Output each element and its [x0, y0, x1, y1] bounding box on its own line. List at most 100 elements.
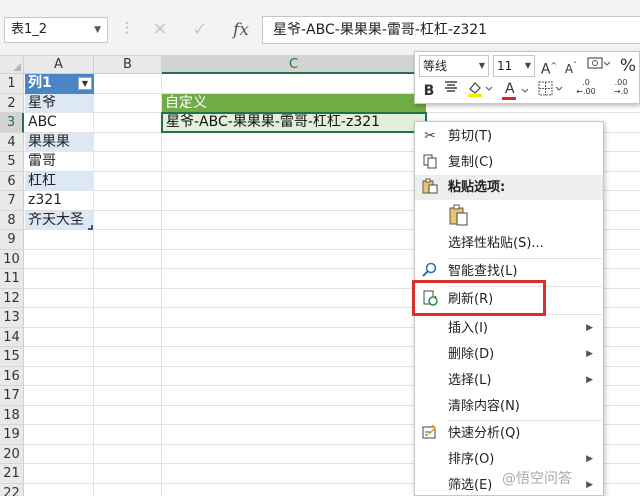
- menu-item-clear-contents[interactable]: 清除内容(N): [415, 394, 603, 419]
- chevron-down-icon[interactable]: ▼: [479, 56, 485, 76]
- menu-item-label: 删除(D): [448, 347, 495, 362]
- row-header[interactable]: 17: [0, 386, 24, 406]
- highlight-box: [412, 280, 546, 316]
- fill-color-icon: [468, 82, 493, 97]
- row-header[interactable]: 9: [0, 230, 24, 250]
- decrease-decimal-button[interactable]: .00 →.0: [605, 78, 637, 100]
- table-cell[interactable]: z321: [25, 191, 94, 211]
- fill-color-button[interactable]: [463, 80, 497, 102]
- table-resize-handle[interactable]: [88, 225, 93, 230]
- grow-font-button[interactable]: A^: [539, 55, 559, 78]
- decrease-decimal-icon: .00 →.0: [613, 78, 629, 96]
- chevron-down-icon[interactable]: ▼: [525, 56, 531, 76]
- grow-font-label: A: [540, 61, 551, 78]
- row-header[interactable]: 5: [0, 152, 24, 172]
- menu-item-delete[interactable]: 删除(D) ▶: [415, 342, 603, 367]
- bold-button[interactable]: B: [419, 80, 439, 102]
- row-header[interactable]: 7: [0, 191, 24, 211]
- table-header-label: 列1: [28, 75, 52, 91]
- table-cell[interactable]: ABC: [25, 113, 94, 133]
- menu-item-label: 选择(L): [448, 373, 492, 388]
- center-align-button[interactable]: [441, 80, 461, 102]
- row-header[interactable]: 19: [0, 425, 24, 445]
- row-header[interactable]: 10: [0, 249, 24, 269]
- menu-item-label: 排序(O): [448, 452, 495, 467]
- menu-item-label: 复制(C): [448, 155, 494, 170]
- row-header[interactable]: 2: [0, 93, 24, 113]
- submenu-arrow-icon: ▶: [586, 375, 593, 385]
- clipboard-icon: [449, 204, 468, 226]
- font-color-button[interactable]: A: [499, 80, 533, 102]
- chevron-down-icon[interactable]: ▼: [94, 18, 101, 42]
- table-cell[interactable]: 星爷: [25, 93, 94, 113]
- row-header[interactable]: 3: [0, 113, 24, 133]
- submenu-arrow-icon: ▶: [586, 480, 593, 490]
- shrink-font-button[interactable]: Aˇ: [561, 55, 581, 77]
- menu-item-cut[interactable]: ✂ 剪切(T): [415, 124, 603, 149]
- increase-decimal-icon: .0 ←.00: [576, 78, 596, 96]
- row-header[interactable]: 13: [0, 308, 24, 328]
- chevron-down-icon: [521, 88, 529, 93]
- paste-option-button[interactable]: [449, 204, 471, 228]
- filter-dropdown-icon[interactable]: ▼: [78, 77, 92, 90]
- scissors-icon: ✂: [424, 128, 436, 144]
- font-size-value: 11: [497, 59, 513, 73]
- result-header-cell[interactable]: 自定义: [162, 93, 426, 113]
- result-value-cell[interactable]: 星爷-ABC-果果果-雷哥-杠杠-z321: [161, 112, 427, 133]
- menu-item-copy[interactable]: 复制(C): [415, 150, 603, 175]
- increase-decimal-button[interactable]: .0 ←.00: [571, 78, 601, 100]
- select-all-corner[interactable]: [0, 56, 24, 74]
- menu-item-select[interactable]: 选择(L) ▶: [415, 368, 603, 393]
- insert-function-icon[interactable]: fx: [226, 16, 256, 44]
- table-header-cell[interactable]: 列1 ▼: [25, 74, 94, 94]
- formula-bar-grip-icon: ⋮: [120, 20, 134, 36]
- formula-bar: 表1_2 ▼ ⋮ ✕ ✓ fx 星爷-ABC-果果果-雷哥-杠杠-z321: [0, 0, 640, 56]
- font-size-select[interactable]: 11 ▼: [493, 55, 535, 77]
- row-header[interactable]: 20: [0, 444, 24, 464]
- menu-item-label: 清除内容(N): [448, 399, 520, 414]
- percent-button[interactable]: %: [617, 55, 639, 77]
- column-header-c[interactable]: C: [162, 56, 426, 74]
- mini-toolbar: 等线 ▼ 11 ▼ A^ Aˇ % B A .0 ←.00 .00 →.0: [414, 51, 640, 104]
- row-header[interactable]: 18: [0, 405, 24, 425]
- borders-icon: [538, 81, 563, 96]
- row-header[interactable]: 21: [0, 464, 24, 484]
- row-header[interactable]: 4: [0, 132, 24, 152]
- table-cell[interactable]: 齐天大圣: [25, 210, 94, 230]
- name-box[interactable]: 表1_2 ▼: [4, 17, 108, 43]
- menu-header-paste-options: 粘贴选项:: [415, 175, 603, 200]
- gridline: [161, 74, 162, 496]
- watermark: @悟空问答: [502, 471, 572, 487]
- row-header[interactable]: 1: [0, 74, 24, 94]
- row-header[interactable]: 22: [0, 483, 24, 496]
- table-cell[interactable]: 雷哥: [25, 152, 94, 172]
- formula-input[interactable]: 星爷-ABC-果果果-雷哥-杠杠-z321: [262, 16, 640, 44]
- cancel-icon[interactable]: ✕: [145, 16, 175, 44]
- column-header-a[interactable]: A: [24, 56, 94, 74]
- menu-item-insert[interactable]: 插入(I) ▶: [415, 316, 603, 341]
- table-cell[interactable]: 杠杠: [25, 171, 94, 191]
- row-header[interactable]: 15: [0, 347, 24, 367]
- font-color-swatch: [502, 97, 516, 100]
- row-header[interactable]: 14: [0, 327, 24, 347]
- name-box-value: 表1_2: [11, 22, 48, 37]
- align-center-icon: [445, 81, 457, 92]
- font-name-select[interactable]: 等线 ▼: [419, 55, 489, 77]
- enter-icon[interactable]: ✓: [185, 16, 215, 44]
- smart-lookup-icon: [421, 262, 439, 280]
- menu-item-label: 插入(I): [448, 321, 488, 336]
- number-format-button[interactable]: [583, 55, 613, 77]
- menu-item-quick-analysis[interactable]: 快速分析(Q): [415, 421, 603, 446]
- row-header[interactable]: 12: [0, 288, 24, 308]
- menu-item-label: 粘贴选项:: [448, 180, 506, 195]
- row-header[interactable]: 8: [0, 210, 24, 230]
- column-header-b[interactable]: B: [94, 56, 162, 74]
- row-header[interactable]: 11: [0, 269, 24, 289]
- table-cell[interactable]: 果果果: [25, 132, 94, 152]
- borders-button[interactable]: [535, 80, 567, 102]
- row-header[interactable]: 16: [0, 366, 24, 386]
- submenu-arrow-icon: ▶: [586, 323, 593, 333]
- menu-item-label: 选择性粘贴(S)...: [448, 236, 544, 251]
- row-header[interactable]: 6: [0, 171, 24, 191]
- menu-item-paste-special[interactable]: 选择性粘贴(S)...: [415, 231, 603, 256]
